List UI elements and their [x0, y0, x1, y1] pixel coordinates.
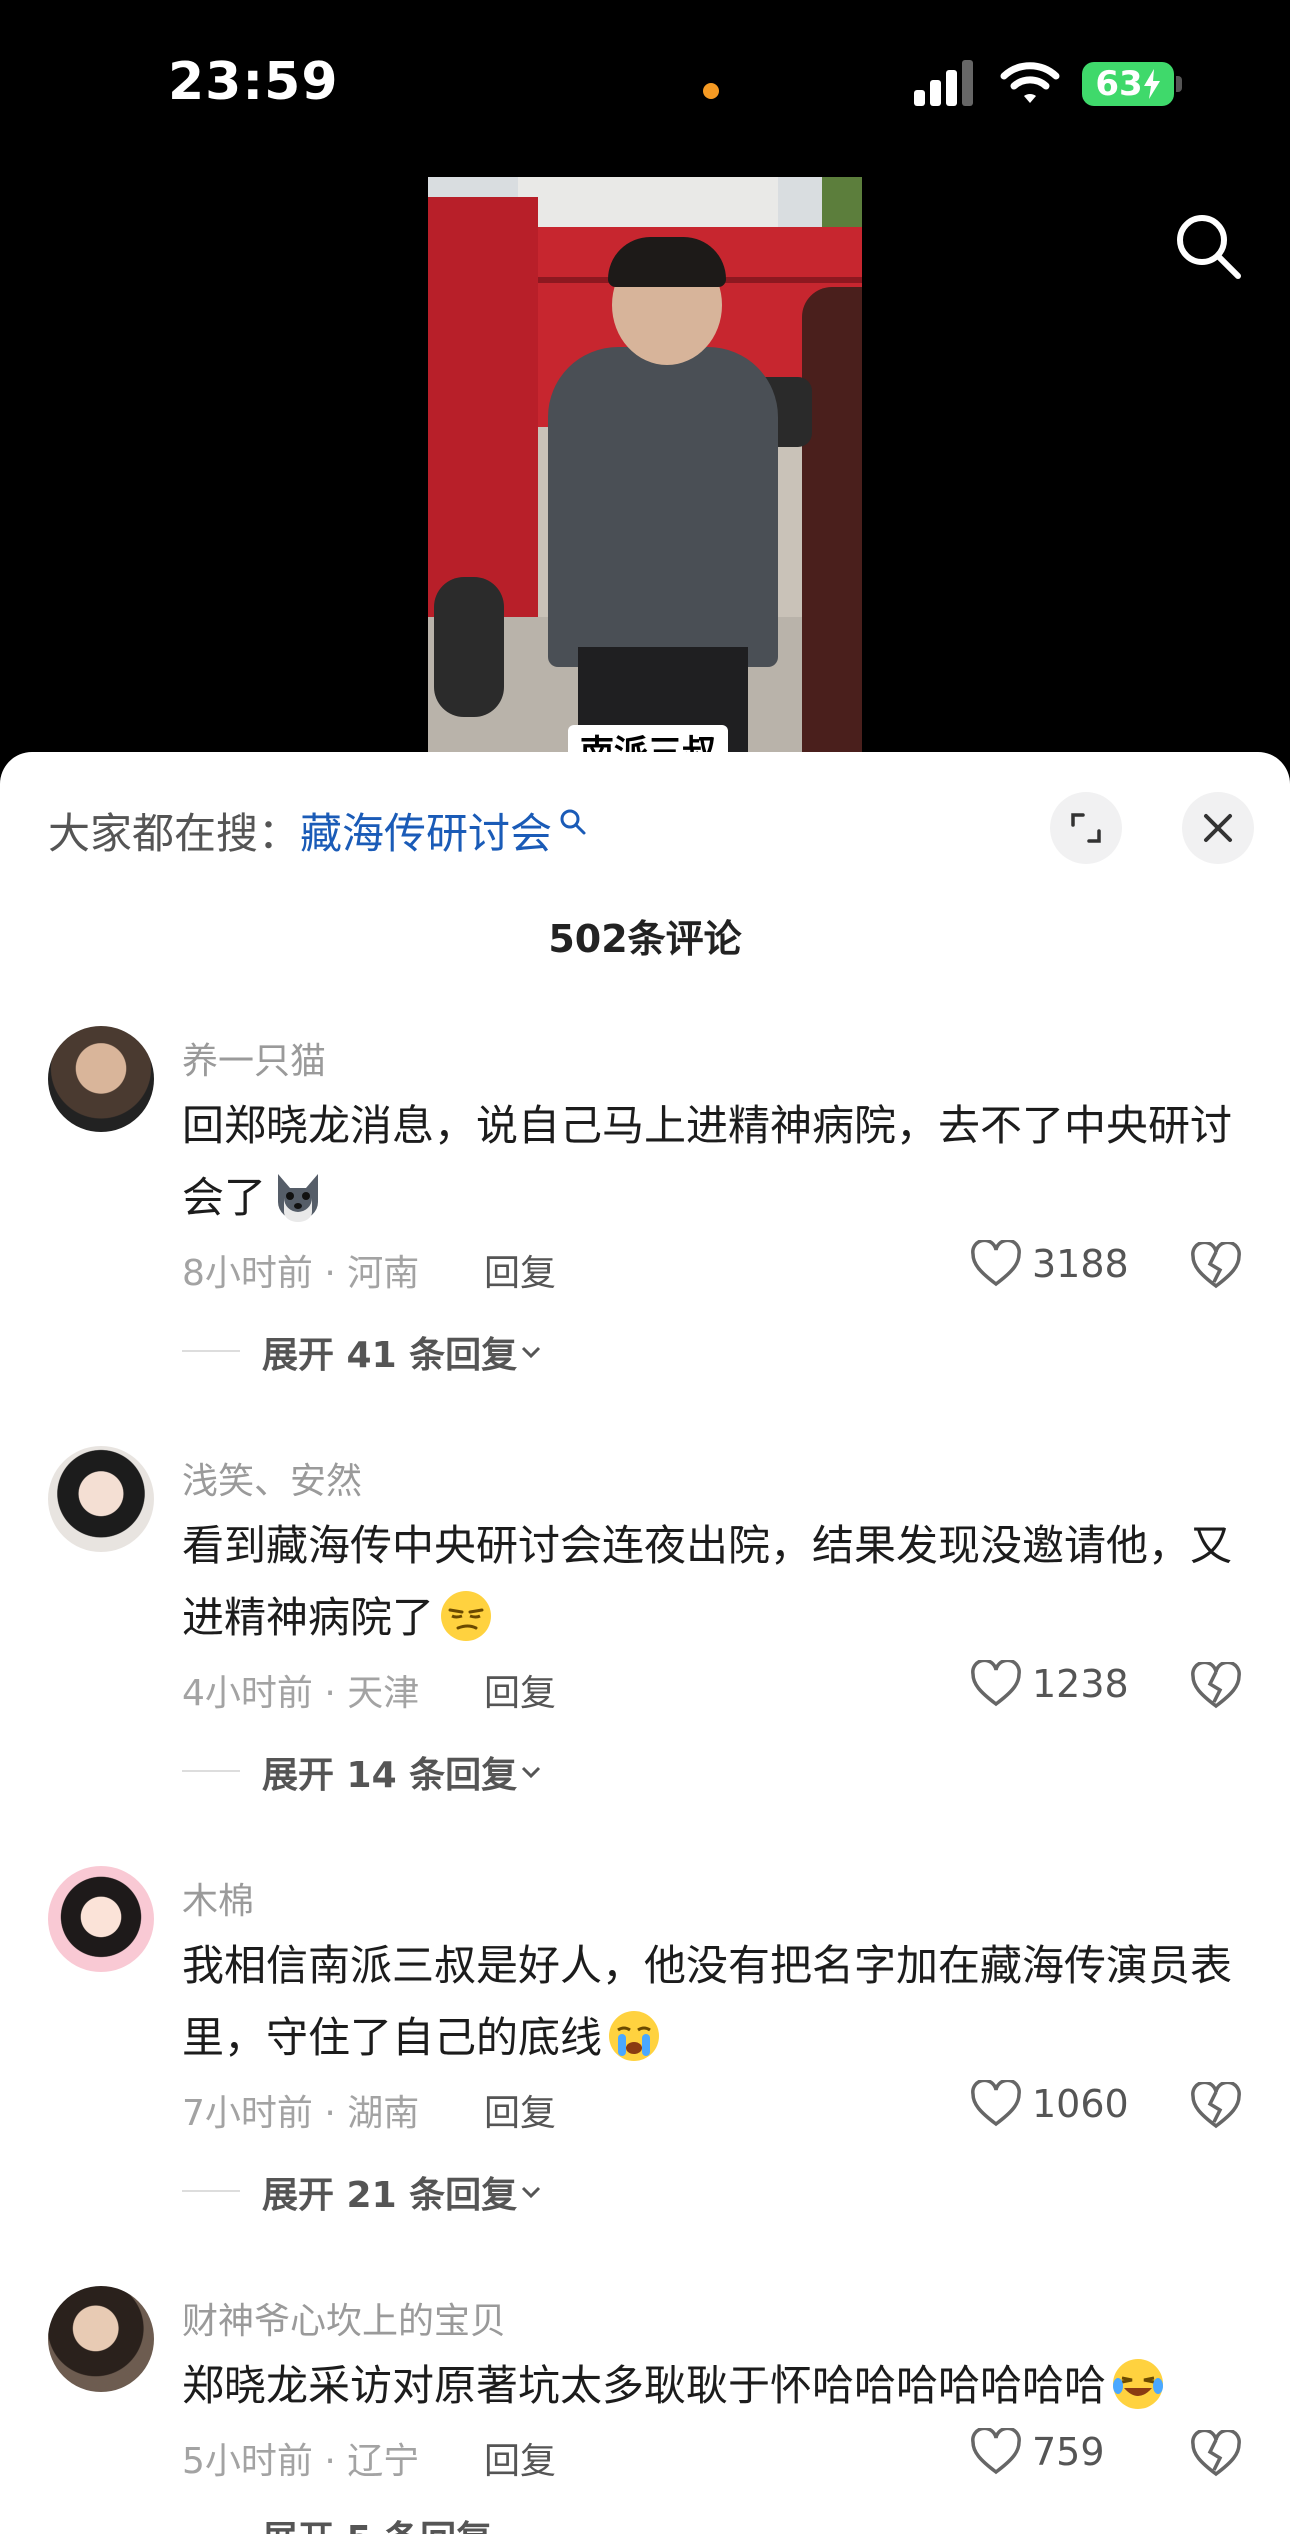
expand-sheet-button[interactable]: [1050, 792, 1122, 864]
like-count: 759: [1032, 2430, 1105, 2474]
like-button[interactable]: 3188: [970, 1240, 1129, 1288]
expand-replies-label: 展开 14 条回复: [262, 1755, 518, 1796]
comment-meta: 7小时前 · 湖南: [182, 2093, 420, 2134]
video-car: [802, 287, 862, 757]
comment-username[interactable]: 木棉: [182, 1872, 254, 1924]
like-count: 3188: [1032, 1242, 1129, 1286]
heart-icon: [971, 2080, 1021, 2127]
comment-meta: 4小时前 · 天津: [182, 1673, 420, 1714]
expand-divider: [182, 2190, 240, 2192]
small-search-icon: [560, 809, 586, 834]
broken-heart-icon[interactable]: [1190, 2430, 1242, 2478]
comment-count: 502条评论: [548, 917, 742, 961]
chevron-down-icon: [522, 1766, 541, 1779]
expand-divider: [182, 1350, 240, 1352]
wolf-emoji-icon: [278, 1174, 319, 1222]
expand-replies-button[interactable]: 展开 14 条回复: [262, 1746, 545, 1798]
like-button[interactable]: 1238: [970, 1660, 1129, 1708]
expand-replies-button[interactable]: 展开 5 条回复: [262, 2510, 492, 2534]
wifi-icon: [1000, 62, 1060, 103]
video-truck-wheel: [434, 577, 504, 717]
expand-divider: [182, 1770, 240, 1772]
comment-text: 我相信南派三叔是好人，他没有把名字加在藏海传演员表里，守住了自己的底线: [182, 1930, 1252, 2074]
comment-text-body: 郑晓龙采访对原著坑太多耿耿于怀哈哈哈哈哈哈哈: [182, 2361, 1107, 2410]
reply-button[interactable]: 回复: [484, 1244, 556, 1296]
avatar[interactable]: [48, 1026, 154, 1132]
crying-emoji-icon: [609, 2011, 660, 2061]
charging-bolt-icon: [1143, 69, 1160, 99]
broken-heart-icon[interactable]: [1190, 1242, 1242, 1290]
close-sheet-button[interactable]: [1182, 792, 1254, 864]
comment-meta: 8小时前 · 河南: [182, 1253, 420, 1294]
video-person-body: [548, 347, 778, 667]
broken-heart-icon[interactable]: [1190, 2082, 1242, 2130]
avatar[interactable]: [48, 1446, 154, 1552]
comment-text-body: 回郑晓龙消息，说自己马上进精神病院，去不了中央研讨会了: [182, 1101, 1233, 1222]
expand-replies-label: 展开 5 条回复: [262, 2510, 492, 2534]
expand-replies-label: 展开 41 条回复: [262, 1335, 518, 1376]
laugh-cry-emoji-icon: [1113, 2359, 1164, 2409]
like-button[interactable]: 1060: [970, 2080, 1129, 2128]
comment-meta: 5小时前 · 辽宁: [182, 2441, 420, 2482]
like-count: 1060: [1032, 2082, 1129, 2126]
expand-replies-button[interactable]: 展开 41 条回复: [262, 1326, 545, 1378]
comment-text-body: 看到藏海传中央研讨会连夜出院，结果发现没邀请他，又进精神病院了: [182, 1521, 1233, 1642]
expand-replies-label: 展开 21 条回复: [262, 2175, 518, 2216]
heart-icon: [971, 1660, 1021, 1707]
app-screen: 23:59 63 南派三叔 大家都在搜： 藏海传研讨会 502条评论 养一只猫 …: [0, 0, 1290, 2534]
hot-search-bar[interactable]: 大家都在搜： 藏海传研讨会: [48, 800, 588, 861]
status-time: 23:59: [168, 52, 339, 112]
like-count: 1238: [1032, 1662, 1129, 1706]
hot-search-keyword[interactable]: 藏海传研讨会: [300, 800, 552, 861]
broken-heart-icon[interactable]: [1190, 1662, 1242, 1710]
comment-text-body: 我相信南派三叔是好人，他没有把名字加在藏海传演员表里，守住了自己的底线: [182, 1941, 1233, 2062]
heart-icon: [971, 2428, 1021, 2475]
cellular-signal-icon: [914, 60, 973, 106]
comment-username[interactable]: 财神爷心坎上的宝贝: [182, 2292, 506, 2344]
battery-cap: [1176, 76, 1182, 92]
reply-button[interactable]: 回复: [484, 1664, 556, 1716]
hot-search-prefix: 大家都在搜：: [48, 809, 301, 858]
video-person-hair: [608, 237, 726, 287]
like-button[interactable]: 759: [970, 2428, 1105, 2476]
comment-text: 郑晓龙采访对原著坑太多耿耿于怀哈哈哈哈哈哈哈: [182, 2350, 1252, 2422]
avatar[interactable]: [48, 2286, 154, 2392]
smirk-emoji-icon: [441, 1591, 492, 1641]
status-bar: 23:59 63: [0, 0, 1290, 170]
comment-sheet: 大家都在搜： 藏海传研讨会 502条评论 养一只猫 回郑晓龙消息，说自己马上进精…: [0, 752, 1290, 2534]
reply-button[interactable]: 回复: [484, 2084, 556, 2136]
avatar[interactable]: [48, 1866, 154, 1972]
comment-text: 看到藏海传中央研讨会连夜出院，结果发现没邀请他，又进精神病院了: [182, 1510, 1252, 1654]
comment-username[interactable]: 养一只猫: [182, 1032, 326, 1084]
comment-username[interactable]: 浅笑、安然: [182, 1452, 362, 1504]
battery-level: 63: [1095, 64, 1143, 104]
comment-text: 回郑晓龙消息，说自己马上进精神病院，去不了中央研讨会了: [182, 1090, 1252, 1234]
expand-icon: [1071, 813, 1101, 843]
video-player[interactable]: 南派三叔: [428, 177, 862, 757]
reply-button[interactable]: 回复: [484, 2432, 556, 2484]
chevron-down-icon: [522, 2186, 541, 2199]
chevron-down-icon: [522, 1346, 541, 1359]
recording-indicator-icon: [703, 83, 719, 99]
close-icon: [1204, 814, 1232, 842]
search-icon[interactable]: [1170, 208, 1246, 284]
expand-replies-button[interactable]: 展开 21 条回复: [262, 2166, 545, 2218]
heart-icon: [971, 1240, 1021, 1287]
battery-indicator: 63: [1082, 62, 1174, 106]
